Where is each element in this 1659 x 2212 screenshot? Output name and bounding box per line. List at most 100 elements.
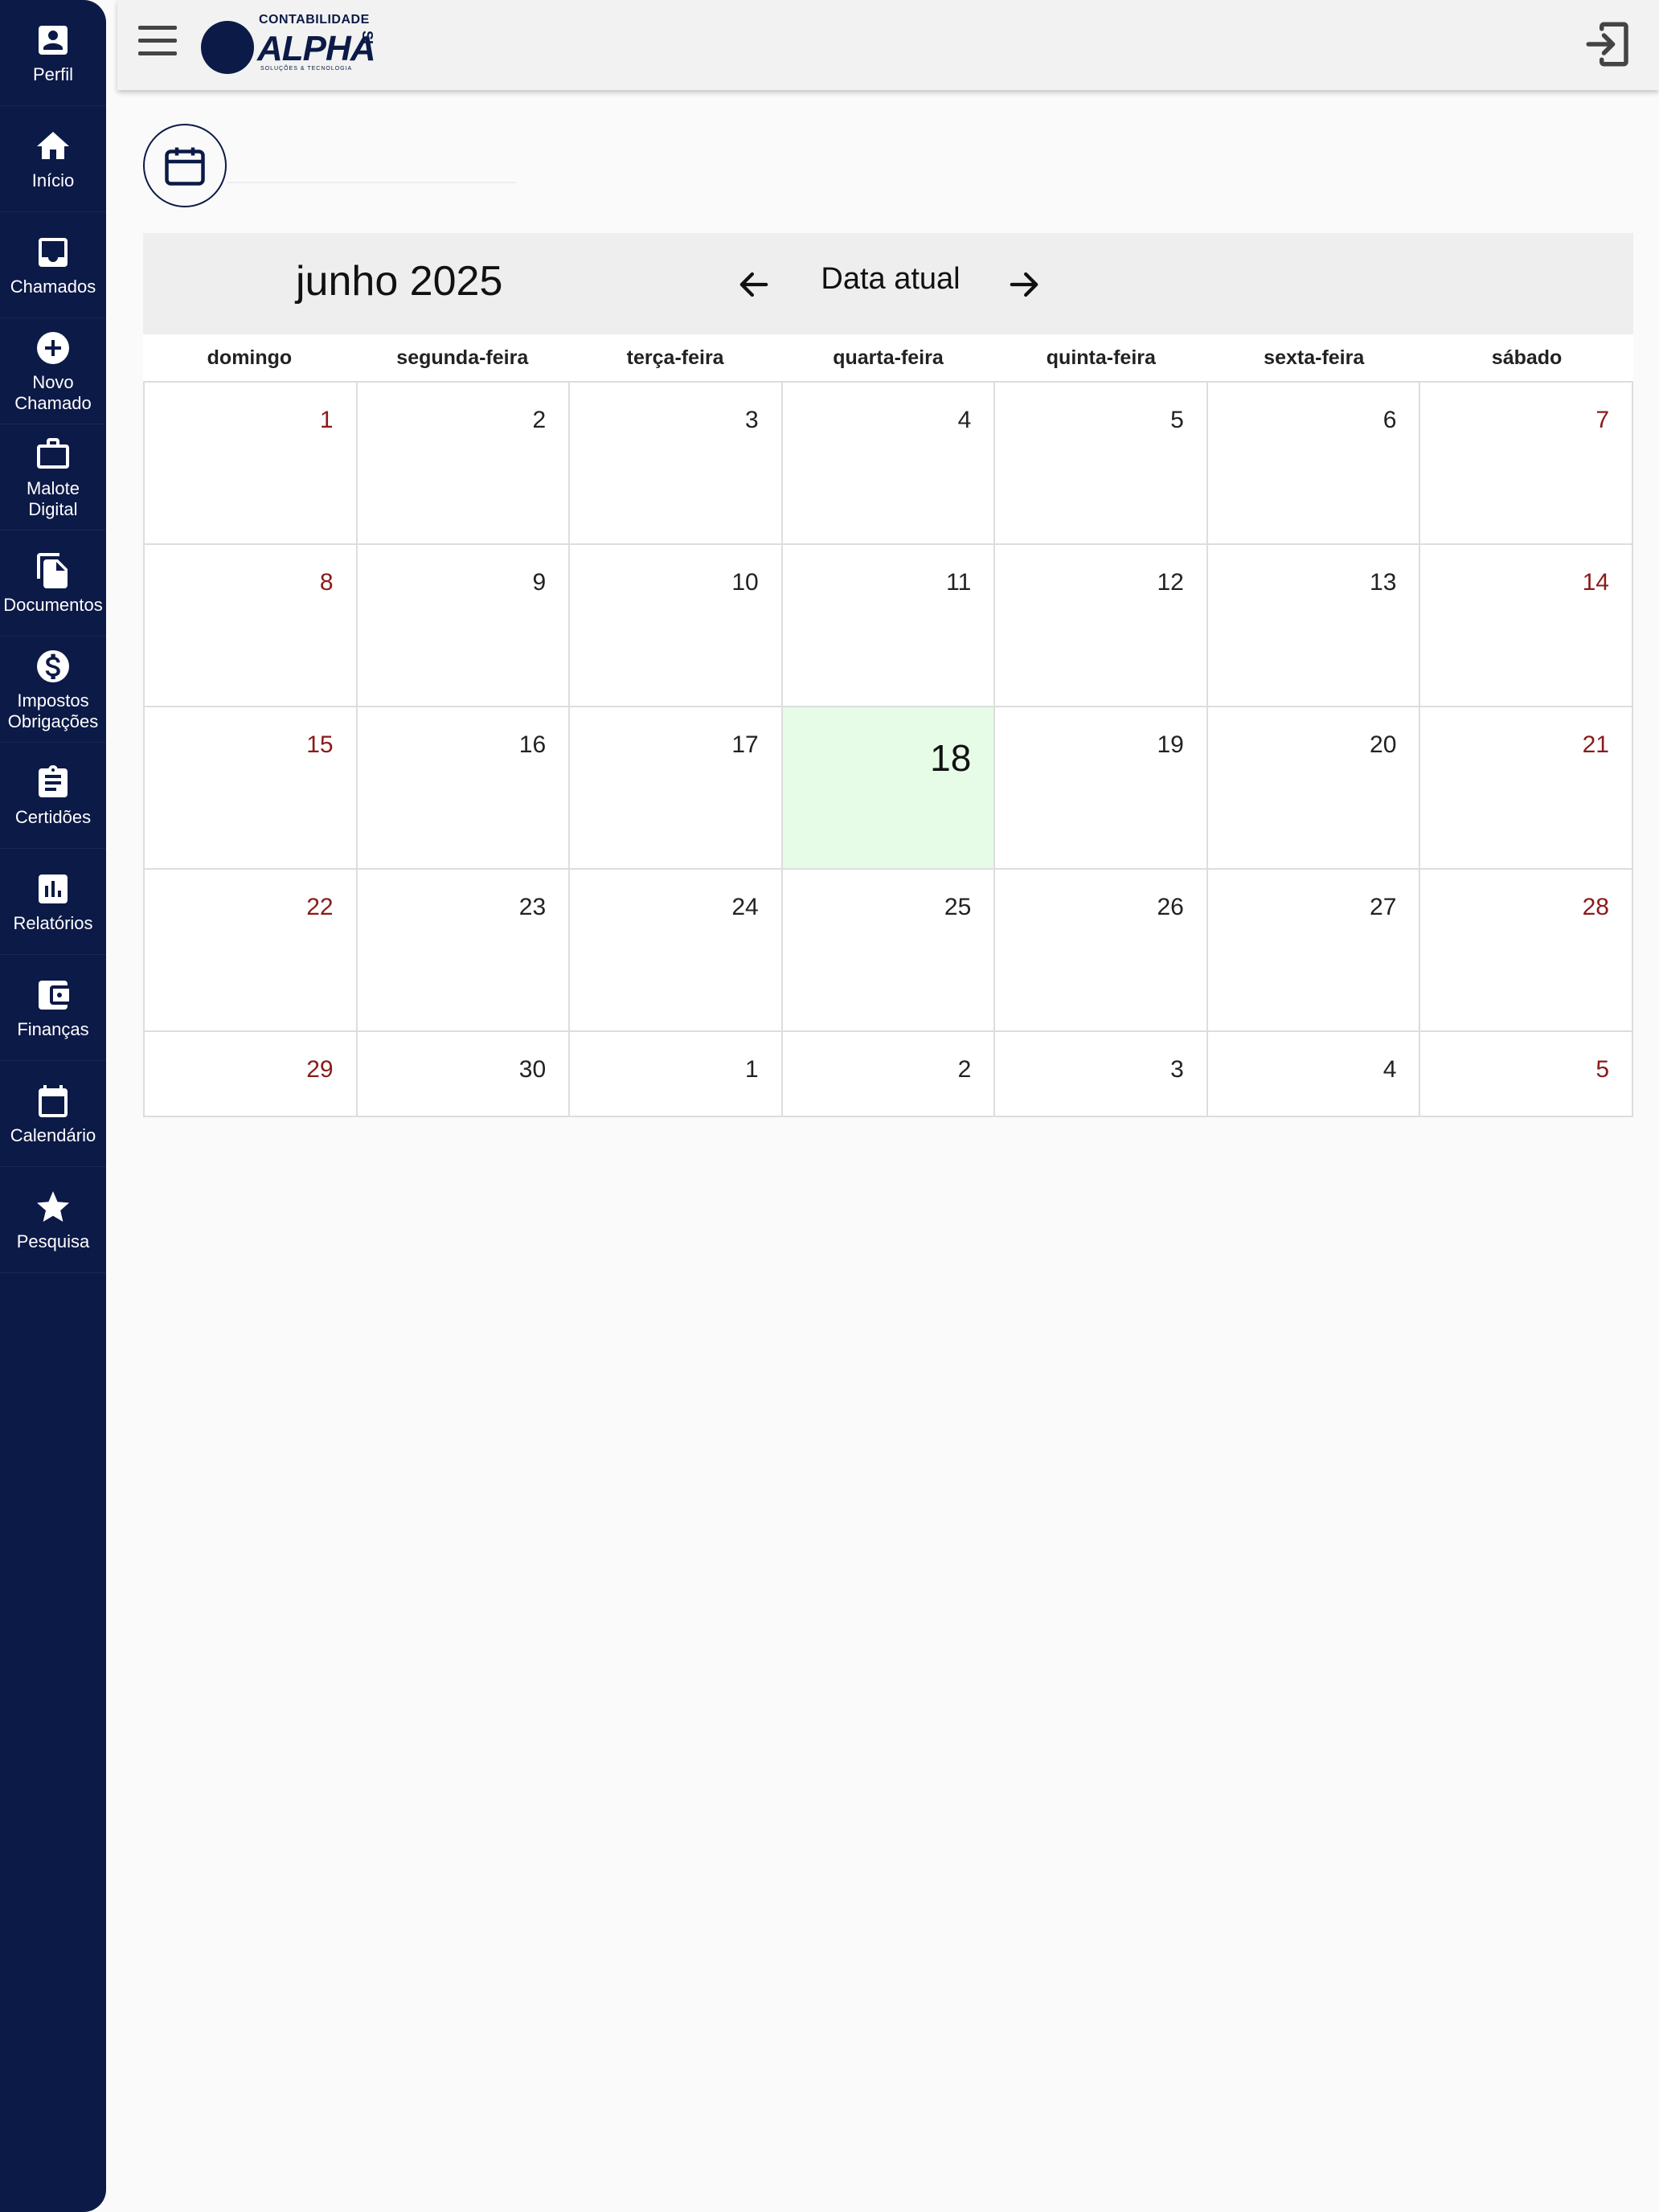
day-cell[interactable]: 9 [357, 545, 571, 707]
sidebar-item-label: Relatórios [13, 912, 93, 933]
day-number: 18 [930, 737, 972, 779]
weekday-label: sexta-feira [1264, 346, 1365, 369]
sidebar-item-perfil[interactable]: Perfil [0, 0, 106, 106]
day-cell[interactable]: 27 [1207, 870, 1421, 1032]
day-cell[interactable]: 1 [145, 383, 358, 545]
briefcase-icon [34, 435, 72, 473]
sidebar-item-pesquisa[interactable]: Pesquisa [0, 1167, 106, 1273]
sidebar-item-certidoes[interactable]: Certidões [0, 743, 106, 849]
sidebar-item-chamados[interactable]: Chamados [0, 212, 106, 318]
weekday-header: domingo segunda-feira terça-feira quarta… [143, 334, 1633, 381]
sidebar-item-financas[interactable]: Finanças [0, 955, 106, 1061]
weekday-label: sábado [1491, 346, 1563, 369]
day-cell[interactable]: 19 [995, 707, 1208, 870]
day-cell[interactable]: 7 [1420, 383, 1633, 545]
day-cell[interactable]: 20 [1207, 707, 1421, 870]
sidebar-item-label: Documentos [3, 594, 103, 615]
sidebar-item-impostos-obrigacoes[interactable]: Impostos Obrigações [0, 637, 106, 743]
day-cell[interactable]: 5 [1420, 1032, 1633, 1117]
sidebar-item-label: Novo Chamado [14, 371, 92, 413]
sidebar-item-label: Finanças [17, 1018, 89, 1039]
title-divider [227, 182, 516, 183]
wallet-icon [34, 976, 72, 1014]
inbox-icon [34, 233, 72, 272]
sidebar-item-calendario[interactable]: Calendário [0, 1061, 106, 1167]
day-cell[interactable]: 13 [1207, 545, 1421, 707]
day-number: 22 [306, 894, 334, 920]
weekday-label: segunda-feira [396, 346, 529, 369]
day-cell[interactable]: 21 [1420, 707, 1633, 870]
day-cell[interactable]: 1 [570, 1032, 783, 1117]
logo-small-text: CONTABILIDADE [259, 13, 370, 27]
today-button[interactable]: Data atual [818, 262, 963, 297]
sidebar: Perfil Início Chamados Novo Chamado Malo… [0, 0, 106, 2212]
day-number: 3 [745, 407, 759, 433]
day-number: 27 [1370, 894, 1397, 920]
day-cell[interactable]: 3 [570, 383, 783, 545]
day-cell[interactable]: 30 [357, 1032, 571, 1117]
day-cell[interactable]: 16 [357, 707, 571, 870]
sidebar-item-label: Certidões [14, 806, 92, 827]
dollar-circle-icon [34, 647, 72, 686]
next-month-arrow-icon[interactable] [1003, 264, 1045, 305]
day-grid: 1 2 3 4 5 6 7 8 9 10 11 12 13 14 15 16 1… [143, 381, 1633, 1117]
day-cell[interactable]: 10 [570, 545, 783, 707]
company-logo: CONTABILIDADE ALPHA SOLUÇÕES & TECNOLOGI… [201, 11, 386, 79]
day-number: 3 [1170, 1056, 1184, 1083]
day-number: 20 [1370, 731, 1397, 758]
day-number: 8 [319, 569, 334, 596]
sidebar-item-inicio[interactable]: Início [0, 106, 106, 212]
sidebar-item-documentos[interactable]: Documentos [0, 530, 106, 637]
sidebar-item-novo-chamado[interactable]: Novo Chamado [0, 318, 106, 424]
day-number: 12 [1157, 569, 1184, 596]
day-cell-today[interactable]: 18 [782, 707, 996, 870]
day-cell[interactable]: 5 [995, 383, 1208, 545]
day-cell[interactable]: 8 [145, 545, 358, 707]
logout-icon[interactable] [1582, 18, 1635, 71]
sidebar-item-label: Chamados [10, 276, 96, 297]
day-number: 6 [1382, 407, 1397, 433]
documents-icon [34, 551, 72, 590]
day-cell[interactable]: 24 [570, 870, 783, 1032]
day-cell[interactable]: 17 [570, 707, 783, 870]
logo-side-text: SI [359, 31, 375, 45]
day-number: 4 [1382, 1056, 1397, 1083]
weekday-label: terça-feira [626, 346, 724, 369]
day-number: 26 [1157, 894, 1184, 920]
day-cell[interactable]: 4 [1207, 1032, 1421, 1117]
person-badge-icon [34, 21, 72, 59]
day-cell[interactable]: 26 [995, 870, 1208, 1032]
top-app-bar: CONTABILIDADE ALPHA SOLUÇÕES & TECNOLOGI… [117, 0, 1659, 90]
day-cell[interactable]: 29 [145, 1032, 358, 1117]
day-cell[interactable]: 2 [782, 1032, 996, 1117]
sidebar-item-relatorios[interactable]: Relatórios [0, 849, 106, 955]
day-cell[interactable]: 25 [782, 870, 996, 1032]
home-icon [34, 127, 72, 166]
day-number: 1 [319, 407, 334, 433]
logo-tagline: SOLUÇÕES & TECNOLOGIA [260, 66, 353, 72]
day-number: 2 [957, 1056, 972, 1083]
day-number: 11 [946, 569, 972, 596]
day-number: 2 [532, 407, 547, 433]
star-icon [34, 1188, 72, 1227]
day-cell[interactable]: 11 [782, 545, 996, 707]
day-number: 30 [518, 1056, 547, 1083]
weekday-label: domingo [207, 346, 293, 369]
sidebar-item-malote-digital[interactable]: Malote Digital [0, 424, 106, 530]
day-cell[interactable]: 15 [145, 707, 358, 870]
day-number: 1 [745, 1056, 759, 1083]
day-cell[interactable]: 22 [145, 870, 358, 1032]
day-cell[interactable]: 12 [995, 545, 1208, 707]
sidebar-item-label: Impostos Obrigações [7, 690, 99, 731]
clipboard-icon [34, 764, 72, 802]
hamburger-menu-icon[interactable] [138, 26, 178, 63]
day-cell[interactable]: 4 [782, 383, 996, 545]
day-cell[interactable]: 3 [995, 1032, 1208, 1117]
day-cell[interactable]: 6 [1207, 383, 1421, 545]
previous-month-arrow-icon[interactable] [733, 264, 775, 305]
day-number: 10 [731, 569, 759, 596]
day-cell[interactable]: 28 [1420, 870, 1633, 1032]
day-cell[interactable]: 2 [357, 383, 571, 545]
day-cell[interactable]: 23 [357, 870, 571, 1032]
day-cell[interactable]: 14 [1420, 545, 1633, 707]
